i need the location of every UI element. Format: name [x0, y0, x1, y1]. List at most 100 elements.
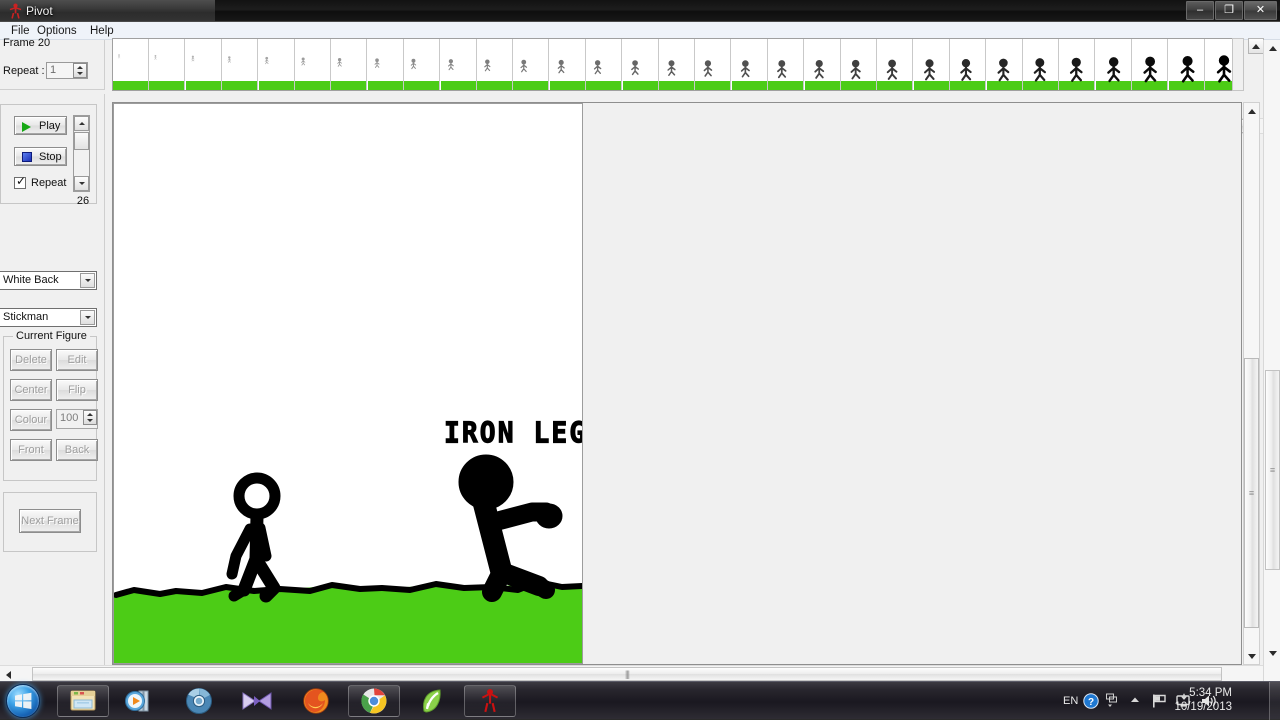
timeline-frame-thumbnail[interactable]: [1059, 39, 1096, 90]
frame-scrollbar-thumb[interactable]: [74, 132, 89, 150]
timeline-frame-thumbnail[interactable]: [1095, 39, 1132, 90]
timeline-frame-thumbnail[interactable]: [913, 39, 950, 90]
timeline-frame-thumbnail[interactable]: [622, 39, 659, 90]
timeline-frame-thumbnail[interactable]: [695, 39, 732, 90]
delete-figure-button[interactable]: Delete: [10, 349, 52, 371]
tray-clock-time[interactable]: 5:34 PM: [1142, 687, 1232, 699]
chevron-down-icon[interactable]: [80, 273, 95, 288]
menu-options[interactable]: Options: [32, 24, 82, 38]
timeline-frame-thumbnail[interactable]: [986, 39, 1023, 90]
timeline-frame-thumbnail[interactable]: [331, 39, 368, 90]
timeline-frame-thumbnail[interactable]: [513, 39, 550, 90]
timeline-frame-thumbnail[interactable]: [185, 39, 222, 90]
colour-value-input[interactable]: 100: [56, 409, 98, 429]
timeline-frame-thumbnail[interactable]: [841, 39, 877, 90]
animation-canvas[interactable]: IRON LEGS: [113, 103, 583, 664]
timeline-frame-thumbnail[interactable]: [113, 39, 149, 90]
colour-stepper-down[interactable]: [84, 418, 96, 425]
menu-help[interactable]: Help: [85, 24, 119, 38]
canvas-scrollbar-thumb[interactable]: ≡: [1244, 358, 1259, 628]
frame-scroll-down-button[interactable]: [74, 176, 89, 191]
timeline-frame-thumbnail[interactable]: [477, 39, 513, 90]
timeline-frame-thumbnail[interactable]: [295, 39, 331, 90]
taskbar-chromium[interactable]: [173, 685, 225, 717]
taskbar-movie-maker[interactable]: [231, 685, 283, 717]
tray-clock-date[interactable]: 10/19/2013: [1142, 701, 1232, 713]
window-horizontal-scrollbar[interactable]: |||: [0, 665, 1263, 681]
window-scroll-left-button[interactable]: [2, 669, 14, 680]
thumbnail-figure: [410, 58, 417, 70]
maximize-restore-button[interactable]: ❐: [1215, 1, 1243, 20]
flip-figure-button[interactable]: Flip: [56, 379, 98, 401]
colour-stepper[interactable]: [83, 410, 97, 425]
taskbar-green-app[interactable]: [406, 685, 458, 717]
triangle-up-icon: [1252, 43, 1260, 49]
tray-language-indicator[interactable]: EN: [1063, 695, 1078, 707]
window-vertical-scrollbar[interactable]: ≡: [1263, 40, 1280, 681]
repeat-count-input[interactable]: 1: [46, 62, 88, 79]
start-button[interactable]: [6, 684, 40, 718]
timeline-frame-thumbnail[interactable]: [222, 39, 259, 90]
total-frame-count: 26: [76, 195, 90, 207]
menu-file[interactable]: File: [6, 24, 35, 38]
play-button[interactable]: Play: [14, 116, 67, 135]
repeat-stepper-down[interactable]: [74, 71, 86, 78]
timeline-frame-thumbnail[interactable]: [1168, 39, 1205, 90]
send-back-button[interactable]: Back: [56, 439, 98, 461]
window-scroll-down-button[interactable]: [1265, 645, 1280, 661]
colour-figure-button[interactable]: Colour: [10, 409, 52, 431]
timeline-frame-thumbnail[interactable]: [1023, 39, 1059, 90]
timeline-frame-thumbnail[interactable]: [768, 39, 805, 90]
center-figure-button[interactable]: Center: [10, 379, 52, 401]
canvas-scroll-up-button[interactable]: [1244, 103, 1259, 119]
frame-timeline[interactable]: [112, 38, 1242, 91]
bring-front-button[interactable]: Front: [10, 439, 52, 461]
timeline-frame-thumbnail[interactable]: [549, 39, 586, 90]
timeline-frame-thumbnail[interactable]: [804, 39, 841, 90]
timeline-frame-thumbnail[interactable]: [877, 39, 914, 90]
canvas-scroll-down-button[interactable]: [1244, 648, 1259, 664]
timeline-frame-thumbnail[interactable]: [659, 39, 695, 90]
triangle-up-icon: [87, 412, 93, 416]
chevron-up-icon[interactable]: [1128, 693, 1142, 710]
taskbar-firefox[interactable]: [290, 685, 342, 717]
timeline-frame-thumbnail[interactable]: [731, 39, 768, 90]
close-button[interactable]: ✕: [1244, 1, 1277, 20]
frame-vertical-scrollbar[interactable]: [73, 115, 90, 192]
next-frame-button[interactable]: Next Frame: [19, 509, 81, 533]
window-scroll-up-button[interactable]: [1265, 40, 1280, 56]
window-hscrollbar-thumb[interactable]: |||: [32, 667, 1222, 681]
question-help-icon[interactable]: ?: [1083, 693, 1099, 712]
thumbnail-figure: [887, 59, 898, 80]
timeline-frame-thumbnail[interactable]: [1132, 39, 1169, 90]
thumbnail-figure: [997, 58, 1009, 82]
timeline-scroll-up-button[interactable]: [1248, 38, 1264, 54]
minimize-button[interactable]: –: [1186, 1, 1214, 20]
timeline-frame-thumbnail[interactable]: [586, 39, 623, 90]
background-select[interactable]: White Back: [0, 271, 97, 290]
timeline-frame-thumbnail[interactable]: [149, 39, 186, 90]
thumbnail-figure: [703, 60, 713, 77]
timeline-frame-thumbnail[interactable]: [367, 39, 404, 90]
timeline-frame-thumbnail[interactable]: [440, 39, 477, 90]
taskbar-chrome[interactable]: [348, 685, 400, 717]
taskbar-explorer[interactable]: [57, 685, 109, 717]
ground-fill: [114, 583, 582, 663]
show-desktop-button[interactable]: [1269, 682, 1280, 720]
canvas-vertical-scrollbar[interactable]: ≡: [1243, 102, 1260, 665]
timeline-frame-thumbnail[interactable]: [258, 39, 295, 90]
timeline-frame-thumbnail[interactable]: [404, 39, 441, 90]
thumbnail-figure: [337, 57, 343, 67]
edit-figure-button[interactable]: Edit: [56, 349, 98, 371]
taskbar-pivot[interactable]: [464, 685, 516, 717]
window-scrollbar-thumb[interactable]: ≡: [1265, 370, 1280, 570]
figure-type-select[interactable]: Stickman: [0, 308, 97, 327]
taskbar-media-player[interactable]: [114, 685, 166, 717]
repeat-count-stepper[interactable]: [73, 63, 87, 78]
stop-button[interactable]: Stop: [14, 147, 67, 166]
show-hidden-icons-button[interactable]: [1105, 693, 1119, 712]
timeline-frame-thumbnail[interactable]: [950, 39, 987, 90]
repeat-checkbox[interactable]: ✓: [14, 175, 26, 189]
frame-scroll-up-button[interactable]: [74, 116, 89, 131]
chevron-down-icon[interactable]: [80, 310, 95, 325]
